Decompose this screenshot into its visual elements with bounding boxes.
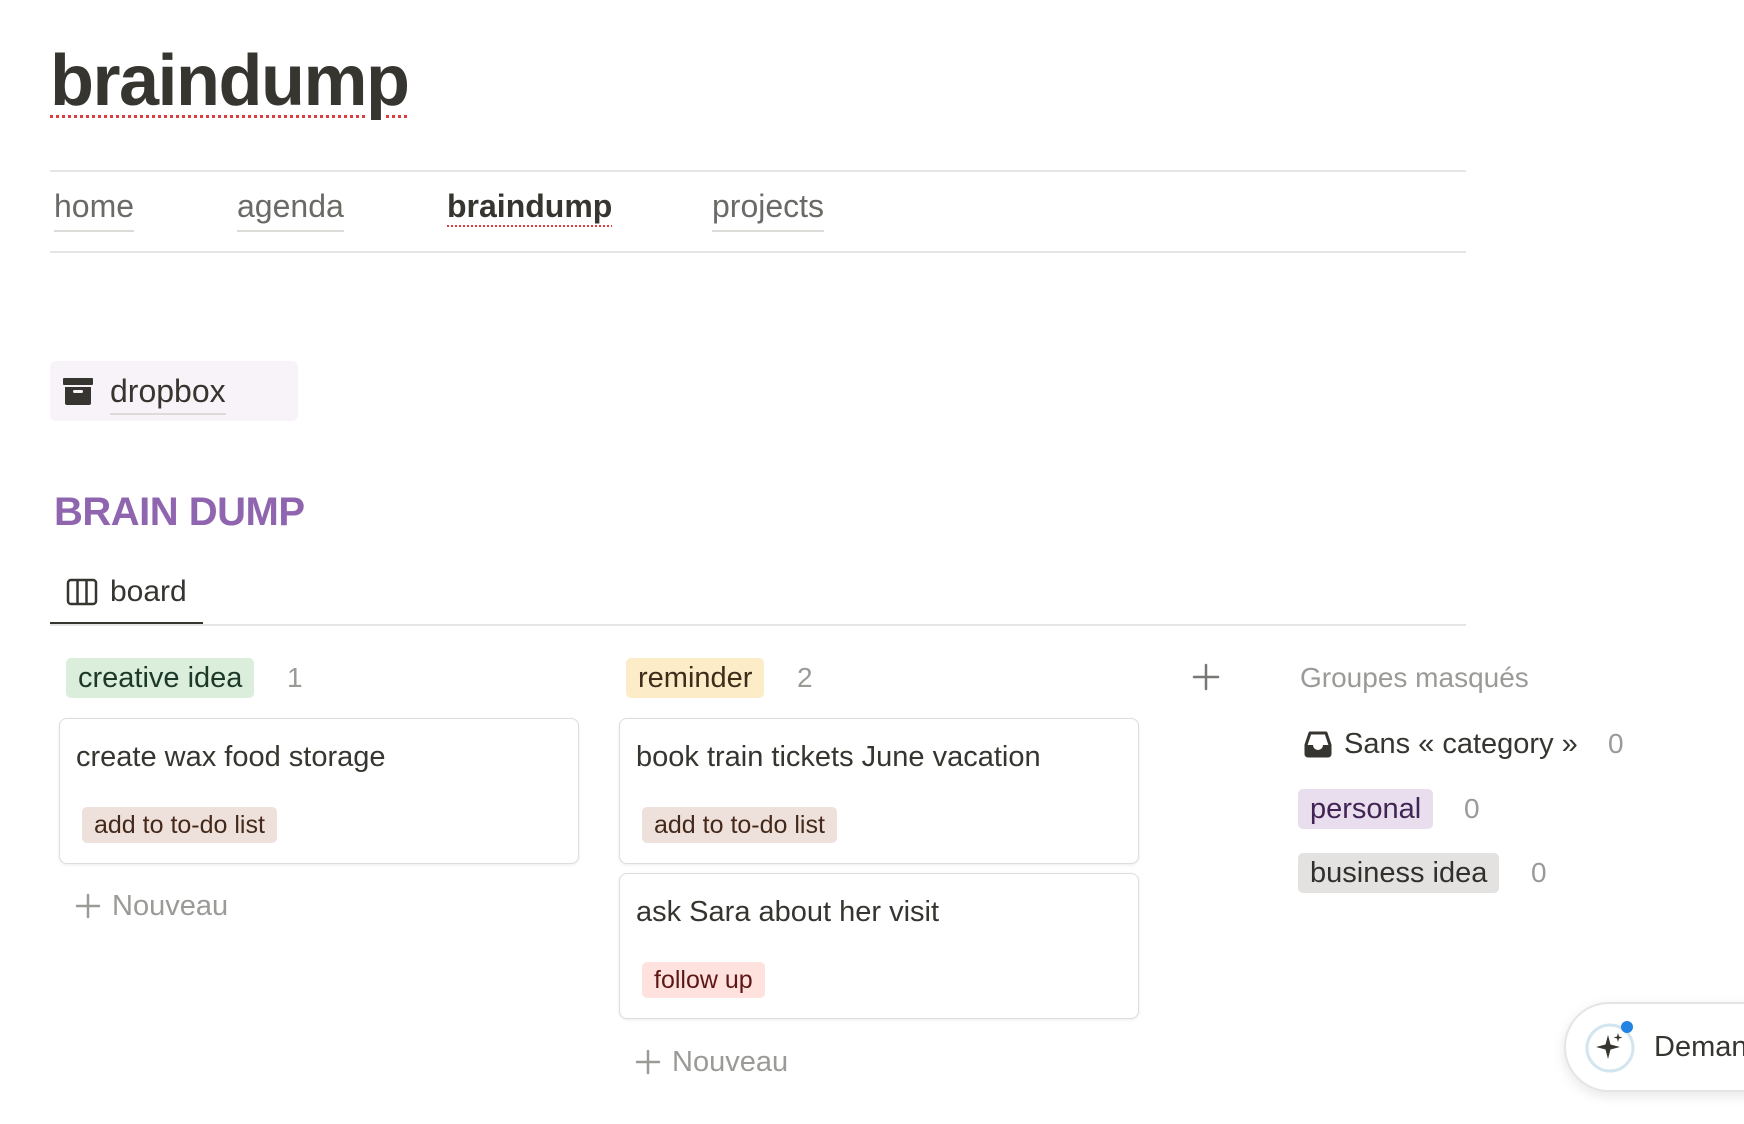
hidden-groups-title: Groupes masqués — [1300, 662, 1529, 693]
archive-box-icon — [63, 378, 93, 405]
group-tag-reminder[interactable]: reminder — [626, 658, 765, 698]
group-header-creative-idea: creative idea 1 — [66, 658, 566, 698]
board-card[interactable]: ask Sara about her visit follow up — [619, 873, 1139, 1019]
hidden-group-label: Sans « category » — [1344, 728, 1578, 760]
board-columns-icon — [66, 578, 98, 606]
new-card-button[interactable]: Nouveau — [74, 884, 274, 928]
nav-link-braindump[interactable]: braindump — [447, 182, 612, 230]
page-title: braindump — [50, 41, 410, 121]
card-tag: add to to-do list — [642, 807, 837, 843]
group-count: 1 — [287, 662, 303, 693]
dropbox-link[interactable]: dropbox — [50, 361, 298, 421]
tab-board[interactable]: board — [50, 566, 203, 626]
hidden-group-count: 0 — [1531, 857, 1547, 888]
nav-link-agenda[interactable]: agenda — [237, 182, 344, 232]
new-card-button[interactable]: Nouveau — [634, 1040, 834, 1084]
hidden-group-count: 0 — [1464, 793, 1480, 824]
plus-icon — [635, 1049, 661, 1075]
new-card-label: Nouveau — [112, 890, 229, 922]
divider-bottom — [50, 251, 1466, 253]
inbox-tray-icon — [1304, 731, 1332, 758]
card-tag: add to to-do list — [82, 807, 277, 843]
hidden-group-personal[interactable]: personal 0 — [1298, 789, 1498, 829]
ask-ai-label: Deman — [1654, 1031, 1744, 1063]
ask-ai-button[interactable]: Deman — [1564, 1002, 1744, 1092]
ai-sparkle-icon — [1585, 1021, 1635, 1073]
divider-top — [50, 170, 1466, 172]
card-tag: follow up — [642, 962, 765, 998]
nav-link-projects[interactable]: projects — [712, 182, 825, 232]
database-title[interactable]: BRAIN DUMP — [54, 486, 305, 538]
card-title: create wax food storage — [76, 741, 386, 773]
tab-divider — [50, 624, 1466, 626]
hidden-group-no-category[interactable]: Sans « category » 0 — [1298, 724, 1628, 764]
nav-link-home[interactable]: home — [54, 182, 135, 232]
group-count: 2 — [797, 662, 813, 693]
new-card-label: Nouveau — [672, 1046, 789, 1078]
group-tag-creative-idea[interactable]: creative idea — [66, 658, 255, 698]
card-title: book train tickets June vacation — [636, 741, 1041, 773]
hidden-group-business-idea[interactable]: business idea 0 — [1298, 853, 1558, 893]
plus-icon — [75, 893, 101, 919]
card-title: ask Sara about her visit — [636, 896, 940, 928]
group-header-reminder: reminder 2 — [626, 658, 1126, 698]
hidden-group-count: 0 — [1608, 728, 1624, 759]
dropbox-label: dropbox — [110, 369, 226, 415]
add-group-plus-icon[interactable] — [1191, 662, 1221, 692]
page: braindump home agenda braindump projects… — [0, 0, 1744, 1124]
board-card[interactable]: create wax food storage add to to-do lis… — [59, 718, 579, 864]
hidden-group-tag: business idea — [1298, 853, 1500, 893]
tab-board-label: board — [110, 575, 187, 608]
hidden-group-tag: personal — [1298, 789, 1434, 829]
board-card[interactable]: book train tickets June vacation add to … — [619, 718, 1139, 864]
